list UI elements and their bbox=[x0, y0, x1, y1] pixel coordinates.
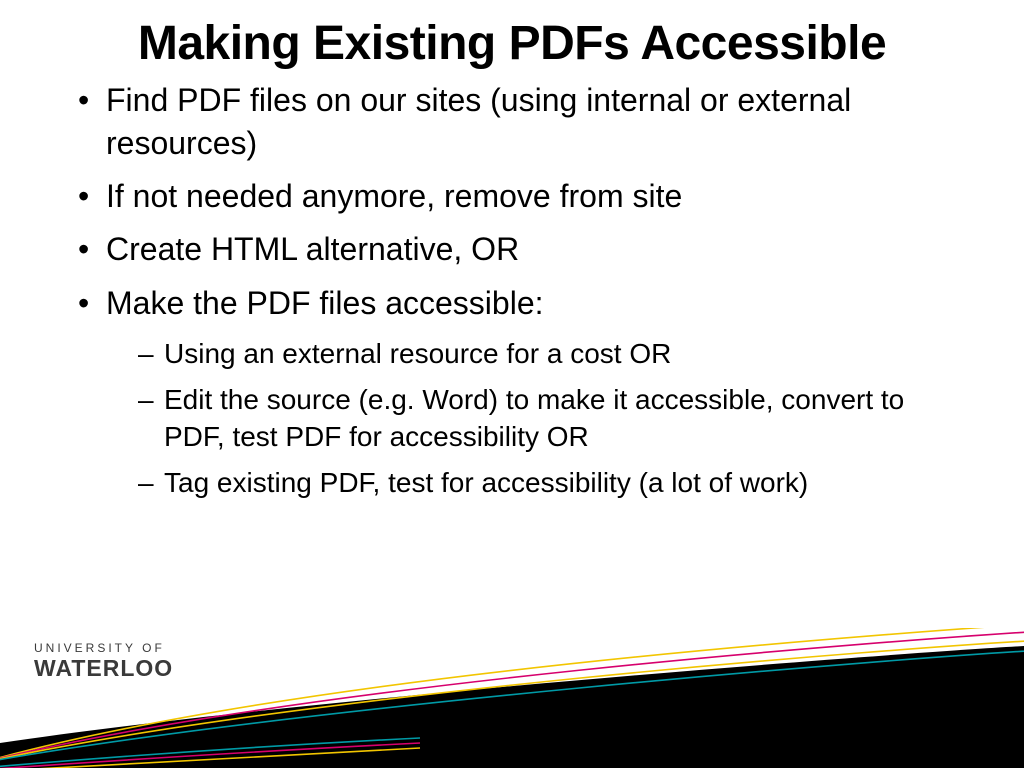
list-item: Tag existing PDF, test for accessibility… bbox=[134, 464, 964, 502]
list-item: Create HTML alternative, OR bbox=[72, 228, 964, 271]
logo-line2: WATERLOO bbox=[34, 655, 173, 682]
swoosh-line-magenta-bottom bbox=[0, 743, 420, 768]
list-item: Find PDF files on our sites (using inter… bbox=[72, 79, 964, 165]
bullet-text: Create HTML alternative, OR bbox=[106, 231, 519, 267]
bullet-text: Make the PDF files accessible: bbox=[106, 285, 544, 321]
list-item: Using an external resource for a cost OR bbox=[134, 335, 964, 373]
sub-bullet-text: Tag existing PDF, test for accessibility… bbox=[164, 467, 808, 498]
list-item: Make the PDF files accessible: Using an … bbox=[72, 282, 964, 502]
logo: UNIVERSITY OF WATERLOO bbox=[34, 641, 173, 682]
slide-content: Find PDF files on our sites (using inter… bbox=[0, 71, 1024, 502]
bullet-list: Find PDF files on our sites (using inter… bbox=[72, 79, 964, 502]
list-item: Edit the source (e.g. Word) to make it a… bbox=[134, 381, 964, 457]
sub-bullet-list: Using an external resource for a cost OR… bbox=[134, 335, 964, 502]
bullet-text: If not needed anymore, remove from site bbox=[106, 178, 682, 214]
sub-bullet-text: Using an external resource for a cost OR bbox=[164, 338, 671, 369]
swoosh-line-teal-bottom bbox=[0, 738, 420, 768]
slide: Making Existing PDFs Accessible Find PDF… bbox=[0, 0, 1024, 768]
swoosh-line-yellow-bottom bbox=[0, 748, 420, 768]
bullet-text: Find PDF files on our sites (using inter… bbox=[106, 82, 851, 161]
logo-line1: UNIVERSITY OF bbox=[34, 641, 173, 655]
sub-bullet-text: Edit the source (e.g. Word) to make it a… bbox=[164, 384, 904, 453]
list-item: If not needed anymore, remove from site bbox=[72, 175, 964, 218]
slide-title: Making Existing PDFs Accessible bbox=[0, 0, 1024, 71]
